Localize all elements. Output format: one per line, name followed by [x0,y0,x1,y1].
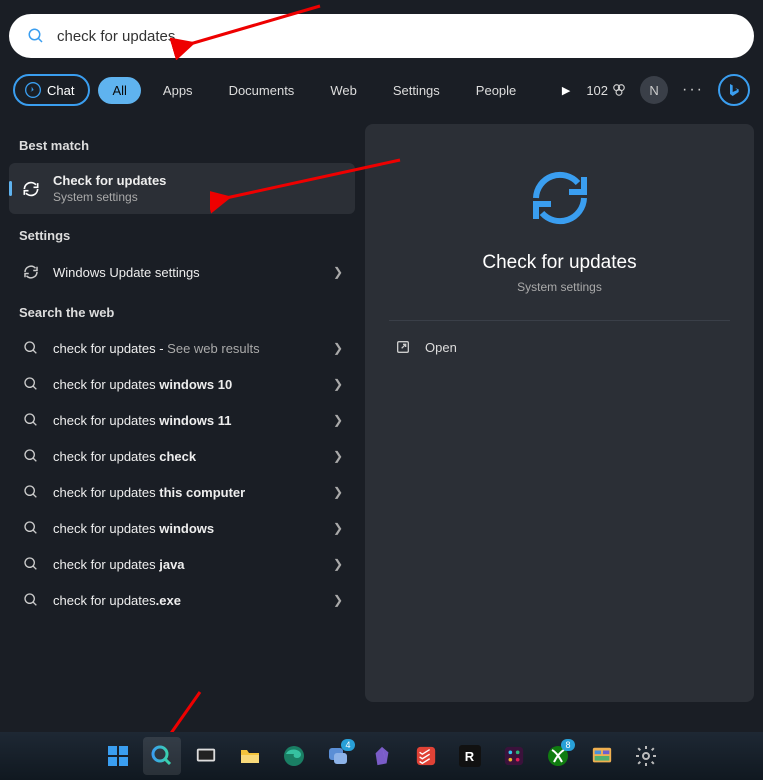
result-web-item[interactable]: check for updates this computer❯ [9,474,355,510]
result-subtitle: System settings [53,190,343,204]
preview-subtitle: System settings [389,280,730,294]
result-web-item[interactable]: check for updates - See web results❯ [9,330,355,366]
search-icon [21,592,41,608]
play-icon[interactable]: ▶ [554,84,578,97]
xbox-button[interactable]: 8 [539,737,577,775]
tab-web[interactable]: Web [316,77,371,104]
open-icon [395,339,411,355]
section-settings: Settings [9,214,355,253]
chat-button[interactable]: 4 [319,737,357,775]
tab-chat[interactable]: Chat [13,74,90,106]
xbox-badge: 8 [561,739,574,751]
result-web-item[interactable]: check for updates windows❯ [9,510,355,546]
app-r-button[interactable]: R [451,737,489,775]
chat-badge: 4 [341,739,354,751]
preview-sync-icon [389,162,730,234]
sync-icon [21,179,41,199]
result-web-item[interactable]: check for updates check❯ [9,438,355,474]
file-explorer-button[interactable] [231,737,269,775]
user-avatar[interactable]: N [640,76,668,104]
chevron-right-icon: ❯ [333,413,343,427]
tab-chat-label: Chat [47,83,74,98]
chevron-right-icon: ❯ [333,557,343,571]
result-web-item[interactable]: check for updates.exe❯ [9,582,355,618]
taskbar: 4 R 8 [0,732,763,780]
bing-icon[interactable] [718,74,750,106]
tab-apps[interactable]: Apps [149,77,207,104]
edge-button[interactable] [275,737,313,775]
tab-documents[interactable]: Documents [215,77,309,104]
search-box[interactable] [9,14,754,58]
result-check-for-updates[interactable]: Check for updates System settings [9,163,355,214]
section-search-web: Search the web [9,291,355,330]
settings-button[interactable] [627,737,665,775]
search-icon [21,448,41,464]
chevron-right-icon: ❯ [333,593,343,607]
search-input[interactable] [57,28,736,45]
slack-button[interactable] [495,737,533,775]
task-view-button[interactable] [187,737,225,775]
search-icon [21,484,41,500]
search-icon [27,27,45,45]
result-web-item[interactable]: check for updates windows 10❯ [9,366,355,402]
chevron-right-icon: ❯ [333,521,343,535]
tab-settings[interactable]: Settings [379,77,454,104]
chevron-right-icon: ❯ [333,485,343,499]
open-label: Open [425,340,457,355]
section-best-match: Best match [9,124,355,163]
preview-title: Check for updates [389,252,730,274]
search-icon [21,556,41,572]
search-icon [21,412,41,428]
result-setting-item[interactable]: Windows Update settings❯ [9,253,355,291]
rewards-points[interactable]: 102 [586,83,626,98]
search-icon [21,376,41,392]
result-web-item[interactable]: check for updates java❯ [9,546,355,582]
more-icon[interactable]: ··· [682,81,704,99]
app-manager-button[interactable] [583,737,621,775]
search-taskbar-button[interactable] [143,737,181,775]
filter-tabs: Chat All Apps Documents Web Settings Peo… [9,74,754,106]
results-list: Best match Check for updates System sett… [9,124,355,702]
search-icon [21,340,41,356]
sync-icon [21,263,41,281]
todoist-button[interactable] [407,737,445,775]
open-action[interactable]: Open [389,331,730,363]
chevron-right-icon: ❯ [333,377,343,391]
chevron-right-icon: ❯ [333,449,343,463]
preview-panel: Check for updates System settings Open [365,124,754,702]
tab-people[interactable]: People [462,77,530,104]
search-icon [21,520,41,536]
obsidian-button[interactable] [363,737,401,775]
result-web-item[interactable]: check for updates windows 11❯ [9,402,355,438]
chevron-right-icon: ❯ [333,265,343,279]
tab-all[interactable]: All [98,77,140,104]
chevron-right-icon: ❯ [333,341,343,355]
result-title: Check for updates [53,173,343,188]
start-button[interactable] [99,737,137,775]
